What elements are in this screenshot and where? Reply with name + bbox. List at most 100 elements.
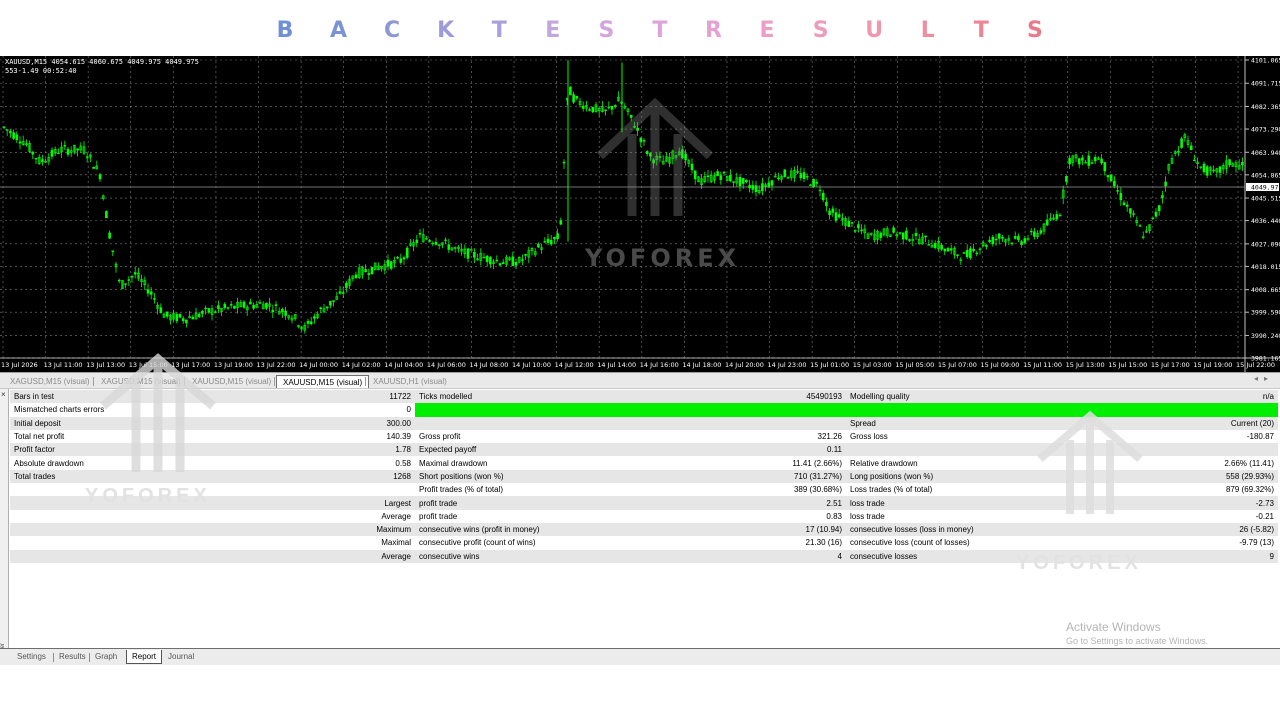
tab-xauusd-m15-visual[interactable]: XAUUSD,M15 (visual) xyxy=(186,375,277,388)
time-label: 14 Jul 18:00 xyxy=(682,361,721,369)
report-cell: Gross loss xyxy=(846,429,1016,444)
candle-body xyxy=(1177,150,1180,153)
candle-body xyxy=(233,305,236,309)
candle-body xyxy=(604,109,607,111)
tab-results[interactable]: Results xyxy=(54,650,91,664)
candle-body xyxy=(722,171,726,174)
tab-journal[interactable]: Journal xyxy=(163,650,199,664)
report-row: Average consecutive wins 4 consecutive loss… xyxy=(10,549,1278,563)
candle-body xyxy=(994,238,998,241)
tab-report[interactable]: Report xyxy=(126,650,163,664)
candle-body xyxy=(732,181,735,183)
price-label: 4027.090 xyxy=(1251,240,1280,248)
candle-body xyxy=(956,254,959,256)
candle-body xyxy=(15,134,19,141)
candle-body xyxy=(745,179,748,183)
candle-body xyxy=(741,178,745,184)
time-label: 15 Jul 19:00 xyxy=(1193,361,1232,369)
candle-body xyxy=(693,170,697,180)
candle-body xyxy=(767,182,771,187)
time-label: 14 Jul 12:00 xyxy=(555,361,594,369)
candle-body xyxy=(12,132,15,139)
time-label: 15 Jul 09:00 xyxy=(980,361,1019,369)
chart-spread-info: 553-1.49 00:52:40 xyxy=(5,67,77,75)
report-cell: Current (20) xyxy=(1016,416,1278,430)
candle-body xyxy=(1087,155,1091,166)
report-cell xyxy=(10,549,160,563)
candle-body xyxy=(905,230,908,240)
tab-settings[interactable]: Settings xyxy=(12,650,51,664)
candle-body xyxy=(284,310,287,316)
report-cell: 2.51 xyxy=(575,496,846,510)
candle-body xyxy=(1109,174,1113,182)
price-label: 4045.515 xyxy=(1251,195,1280,203)
report-cell: -2.73 xyxy=(1016,496,1278,510)
candle-body xyxy=(117,279,121,282)
report-cell: 11722 xyxy=(160,390,415,404)
close-icon[interactable]: × xyxy=(1,390,6,399)
activate-windows-subtitle: Go to Settings to activate Windows. xyxy=(1066,636,1209,646)
tab-xagusd-m15-visual[interactable]: XAGUSD,M15 (visual) xyxy=(95,375,187,388)
price-chart[interactable]: 4101.065 4091.715 4082.365 4073.290 4063.940… xyxy=(0,56,1280,372)
candle-body xyxy=(521,259,524,261)
tab-separator xyxy=(89,653,90,662)
report-cell: 389 (30.68%) xyxy=(575,483,846,497)
time-label: 14 Jul 23:00 xyxy=(768,361,807,369)
candle-body xyxy=(345,282,348,288)
candle-body xyxy=(1029,230,1033,233)
candle-body xyxy=(719,175,723,180)
activate-windows-title: Activate Windows xyxy=(1066,620,1161,634)
report-cell xyxy=(846,443,1016,457)
chart-tabs-bar: XAGUSD,M15 (visual) XAGUSD,M15 (visual) XA… xyxy=(0,372,1280,389)
tab-graph[interactable]: Graph xyxy=(90,650,122,664)
candle-body xyxy=(636,127,639,131)
candle-body xyxy=(98,174,102,180)
candle-body xyxy=(770,180,774,186)
report-cell: 558 (29.93%) xyxy=(1016,469,1278,484)
chart-watermark-text: YOFOREX xyxy=(584,244,740,272)
candle-body xyxy=(828,210,831,216)
tab-xauusd-m15-visual[interactable]: XAUUSD,M15 (visual) xyxy=(276,375,370,388)
candle-body xyxy=(860,229,863,231)
banner-letter: S xyxy=(812,18,829,43)
candle-body xyxy=(92,166,95,169)
time-label: 14 Jul 10:00 xyxy=(512,361,551,369)
candle-body xyxy=(133,272,137,275)
price-label: 4008.665 xyxy=(1251,286,1280,294)
candle-body xyxy=(367,273,371,275)
candle-body xyxy=(1093,157,1097,162)
report-cell: Long positions (won %) xyxy=(846,469,1016,484)
tab-scroll-arrows-icon[interactable]: ◂▸ xyxy=(1254,374,1274,383)
candle-body xyxy=(969,248,972,259)
candle-body xyxy=(242,301,246,308)
report-cell: loss trade xyxy=(846,509,1016,523)
candle-body xyxy=(1157,205,1161,212)
candle-body xyxy=(933,243,937,248)
candle-body xyxy=(309,321,313,325)
report-cell: consecutive loss (count of losses) xyxy=(846,536,1016,550)
candle-body xyxy=(34,157,38,160)
report-cell: Average xyxy=(160,549,415,563)
candle-body xyxy=(1055,214,1059,220)
report-row: Maximum consecutive wins (profit in money… xyxy=(10,522,1278,537)
candle-body xyxy=(553,237,556,240)
tab-xagusd-m15-visual[interactable]: XAGUSD,M15 (visual) xyxy=(4,375,96,388)
candle-body xyxy=(153,298,156,300)
report-row: Total trades 1268 Short positions (won %) 7… xyxy=(10,469,1278,484)
candle-body xyxy=(1013,236,1017,239)
report-cell: 21.30 (16) xyxy=(575,536,846,550)
candle-body xyxy=(108,232,111,239)
report-cell xyxy=(10,536,160,550)
candle-body xyxy=(386,259,390,267)
candle-body xyxy=(319,307,323,309)
candle-body xyxy=(914,232,918,236)
tab-xauusd-h1-visual[interactable]: XAUUSD,H1 (visual) xyxy=(367,375,453,388)
report-cell: 9 xyxy=(1016,549,1278,563)
candle-body xyxy=(274,304,278,306)
candle-body xyxy=(1065,176,1068,182)
report-cell: Profit trades (% of total) xyxy=(415,483,575,497)
candle-body xyxy=(489,257,492,265)
report-cell: Spread xyxy=(846,416,1016,430)
candle-body xyxy=(988,239,991,243)
candle-body xyxy=(229,304,233,306)
